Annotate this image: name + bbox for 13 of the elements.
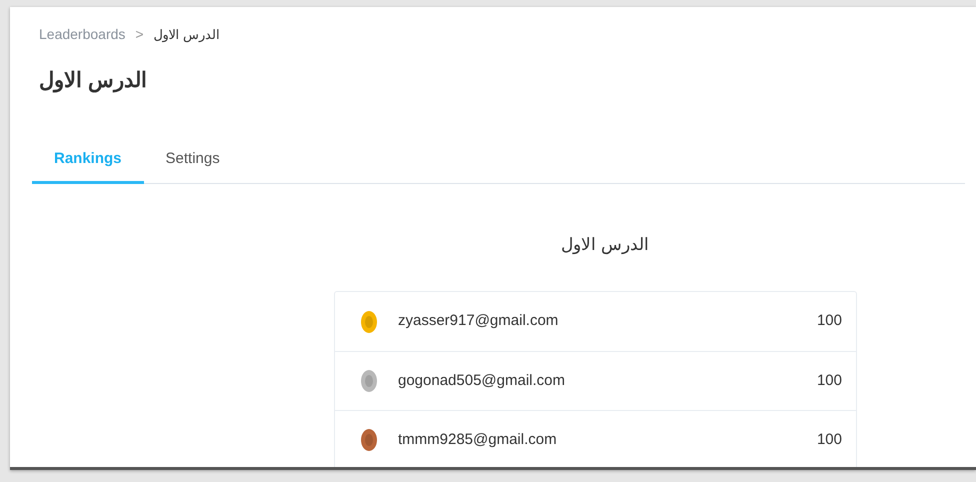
player-score: 100 [816, 430, 842, 450]
player-email: gogonad505@gmail.com [398, 370, 565, 391]
player-score: 100 [816, 370, 842, 391]
player-score: 100 [816, 311, 842, 332]
tab[interactable]: Settings [144, 138, 242, 184]
player-email: tmmm9285@gmail.com [398, 430, 557, 450]
breadcrumb-current: الدرس الاول [154, 26, 220, 44]
breadcrumb-link[interactable]: Leaderboards [39, 24, 126, 45]
tab[interactable]: Rankings [32, 138, 144, 184]
page-title: الدرس الاول [39, 68, 147, 94]
breadcrumb-separator: > [135, 25, 144, 44]
leaderboard-title: الدرس الاول [561, 234, 649, 256]
player-email: zyasser917@gmail.com [398, 311, 558, 332]
